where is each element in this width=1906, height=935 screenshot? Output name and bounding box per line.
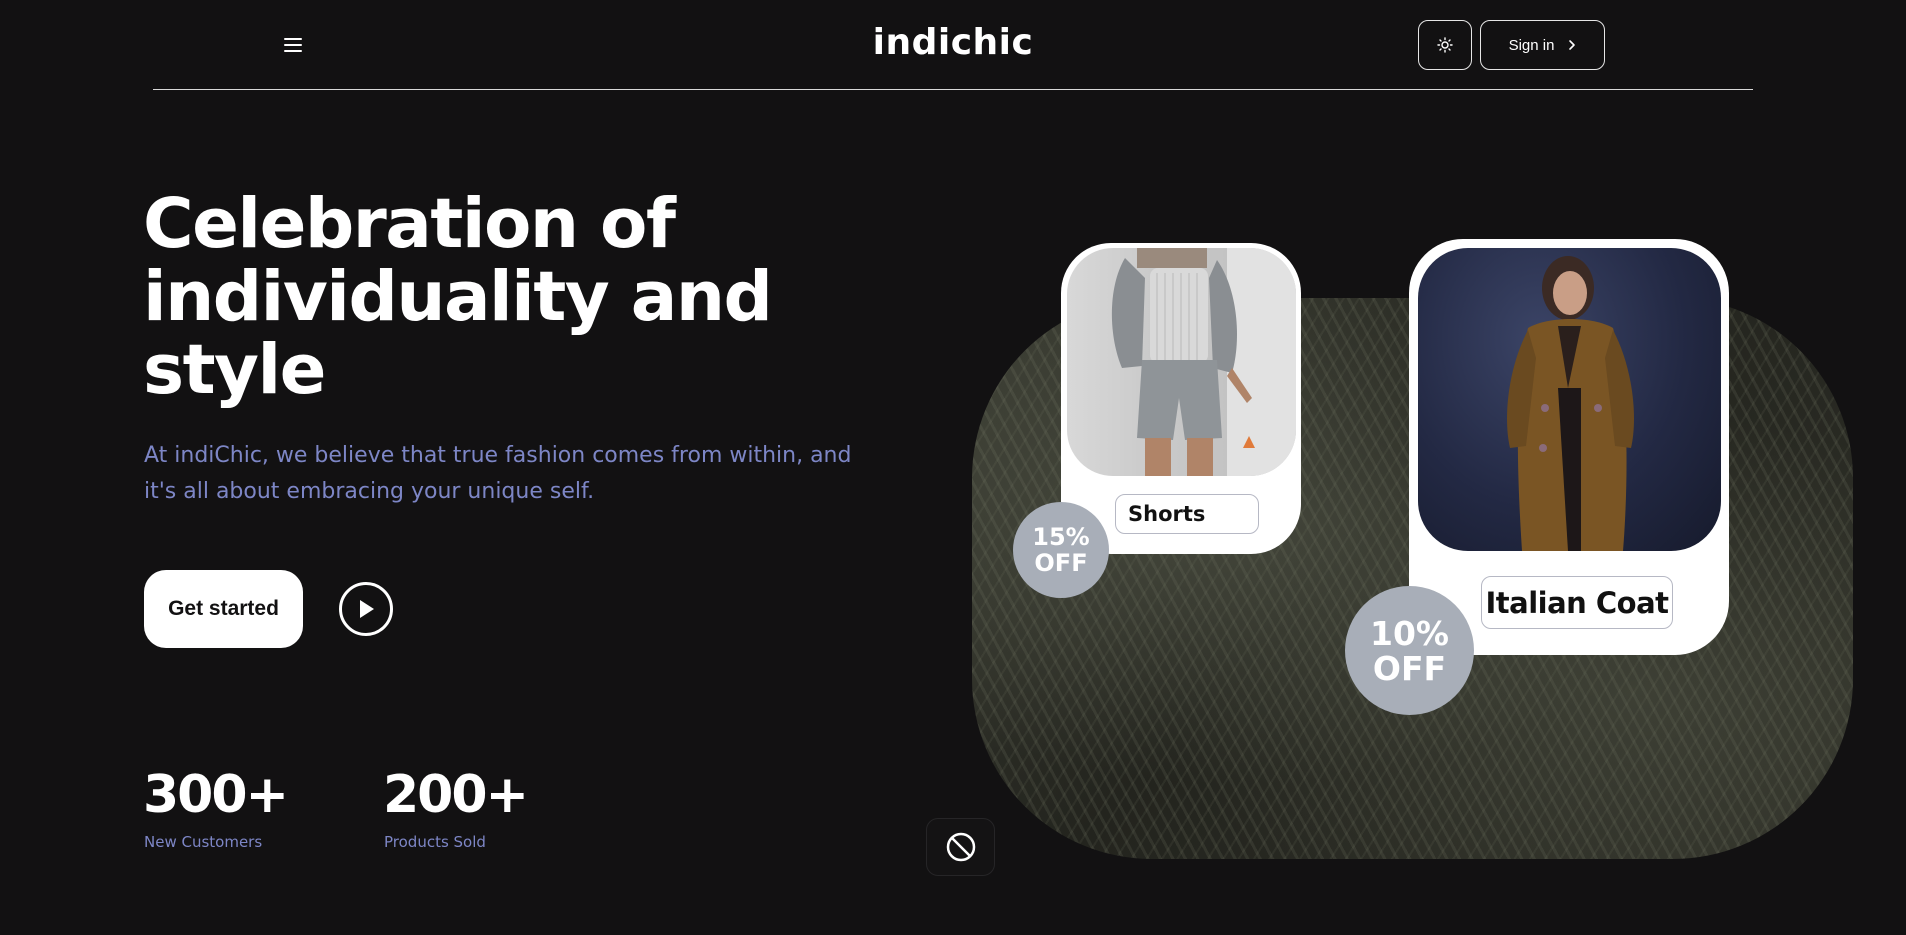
block-button[interactable] bbox=[926, 818, 995, 876]
play-icon bbox=[360, 600, 374, 618]
discount-percent: 10% bbox=[1370, 613, 1449, 653]
header-divider bbox=[153, 89, 1753, 90]
discount-badge-italian-coat: 10% OFF bbox=[1345, 586, 1474, 715]
discount-word: OFF bbox=[1034, 549, 1088, 577]
stat-customers-value: 300+ bbox=[143, 765, 289, 825]
sign-in-label: Sign in bbox=[1508, 36, 1555, 54]
italian-coat-product-image bbox=[1418, 248, 1721, 551]
menu-icon-line bbox=[284, 38, 302, 40]
hero-subtext: At indiChic, we believe that true fashio… bbox=[144, 443, 852, 504]
block-icon bbox=[946, 832, 975, 862]
play-video-button[interactable] bbox=[339, 582, 393, 636]
sign-in-button[interactable]: Sign in bbox=[1480, 20, 1605, 70]
shorts-product-image bbox=[1067, 248, 1296, 476]
discount-percent: 15% bbox=[1032, 523, 1090, 551]
chevron-right-icon bbox=[1569, 40, 1576, 50]
stat-customers-label: New Customers bbox=[144, 833, 263, 851]
product-name-italian-coat: Italian Coat bbox=[1481, 576, 1673, 629]
menu-button[interactable] bbox=[278, 33, 308, 57]
sun-icon bbox=[1437, 37, 1453, 53]
discount-word: OFF bbox=[1372, 648, 1447, 688]
product-name-shorts: Shorts bbox=[1115, 494, 1259, 534]
menu-icon-line bbox=[284, 50, 302, 52]
menu-icon-line bbox=[284, 44, 302, 46]
hero-headline: Celebration of individuality and style bbox=[143, 184, 773, 410]
stat-products-value: 200+ bbox=[383, 765, 529, 825]
stat-products-label: Products Sold bbox=[384, 833, 486, 851]
theme-toggle-button[interactable] bbox=[1418, 20, 1472, 70]
discount-badge-shorts: 15% OFF bbox=[1013, 502, 1109, 598]
get-started-button[interactable]: Get started bbox=[144, 570, 303, 648]
